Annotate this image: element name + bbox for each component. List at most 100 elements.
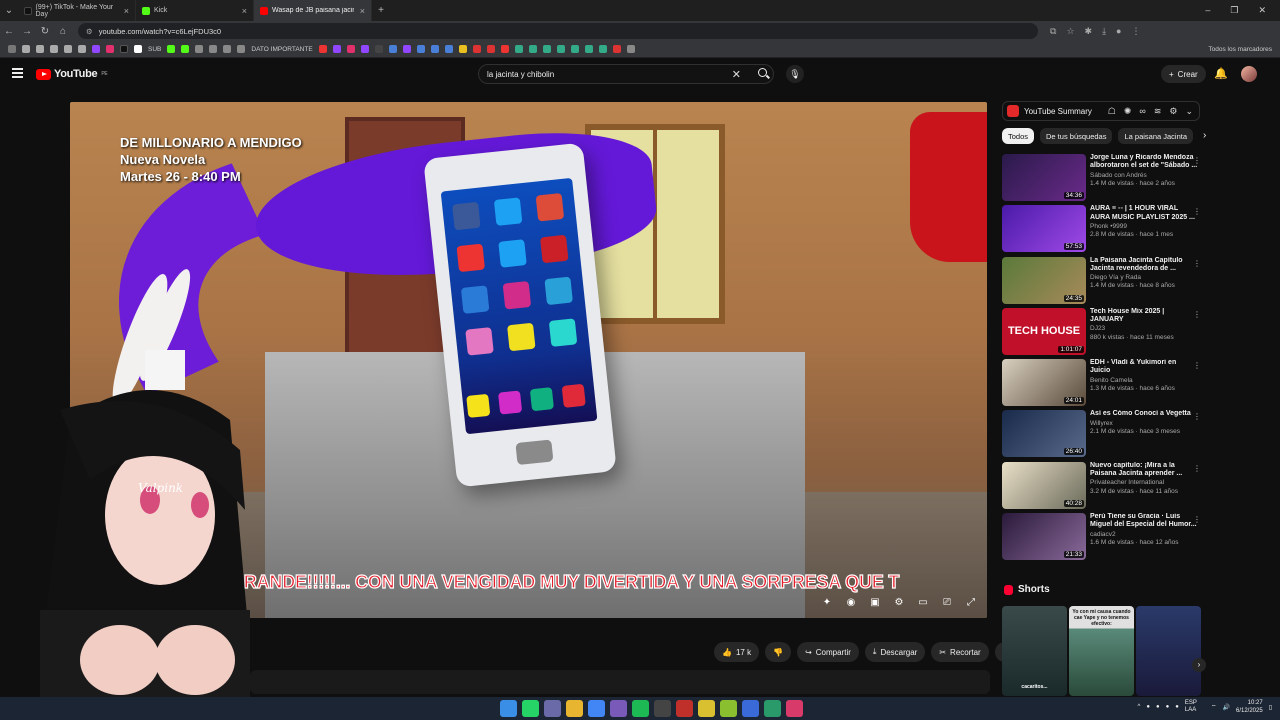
- cast-icon[interactable]: ⎚: [941, 598, 953, 608]
- app-icon[interactable]: [610, 700, 627, 717]
- glasses-icon[interactable]: ∞: [1139, 106, 1145, 117]
- dislike-button[interactable]: 👎: [765, 642, 792, 662]
- tiktok-icon[interactable]: [120, 45, 128, 53]
- settings-gear-icon[interactable]: ⚙: [893, 598, 905, 608]
- maximize-icon[interactable]: ❐: [1230, 5, 1238, 16]
- search-icon[interactable]: [758, 68, 767, 77]
- list-item[interactable]: 34:36 Jorge Luna y Ricardo Mendoza albor…: [1002, 154, 1207, 205]
- bookmark-icon[interactable]: [626, 45, 635, 53]
- create-button[interactable]: + Crear: [1161, 65, 1206, 83]
- reload-icon[interactable]: ↻: [36, 26, 54, 37]
- close-tab-icon[interactable]: ×: [360, 6, 365, 16]
- channel-name[interactable]: Benito Camela: [1090, 377, 1198, 385]
- tray-app-icon[interactable]: ●: [1166, 704, 1170, 710]
- clock[interactable]: 10:27 6/12/2025: [1236, 699, 1263, 715]
- video-title[interactable]: EDH - Vladi & Yukimori en Juicio: [1090, 359, 1198, 376]
- volume-icon[interactable]: 🔊: [1223, 704, 1230, 711]
- chip-paisana-jacinta[interactable]: La paisana Jacinta: [1118, 128, 1194, 144]
- home-icon[interactable]: ⌂: [54, 26, 72, 37]
- video-title[interactable]: Nuevo capítulo: ¡Mira a la Paisana Jacin…: [1090, 462, 1198, 479]
- short-card[interactable]: [1136, 606, 1201, 696]
- downloads-icon[interactable]: ⤓: [1102, 26, 1106, 37]
- app-icon[interactable]: [698, 700, 715, 717]
- autoplay-toggle[interactable]: ◉: [845, 598, 857, 608]
- browser-menu-icon[interactable]: ⋮: [1131, 26, 1140, 37]
- bookmark-icon[interactable]: [388, 45, 397, 53]
- video-thumbnail[interactable]: 21:33: [1002, 513, 1086, 561]
- miniplayer-icon[interactable]: ▭: [917, 598, 929, 608]
- chevron-right-icon[interactable]: ›: [1203, 128, 1206, 144]
- chip-all[interactable]: Todos: [1002, 128, 1035, 144]
- video-title[interactable]: La Paisana Jacinta Capítulo Jacinta reve…: [1090, 257, 1198, 274]
- video-thumbnail[interactable]: 24:01: [1002, 359, 1086, 407]
- windows-start-icon[interactable]: [500, 700, 517, 717]
- video-title[interactable]: Así es Cómo Conocí a Vegetta: [1090, 410, 1198, 418]
- more-options-icon[interactable]: ⋮: [1193, 310, 1201, 319]
- chip-from-searches[interactable]: De tus búsquedas: [1040, 128, 1113, 144]
- bookmark-icon[interactable]: [416, 45, 425, 53]
- bookmark-folder-icon[interactable]: [78, 45, 86, 53]
- app-icon[interactable]: [654, 700, 671, 717]
- forward-icon[interactable]: →: [18, 26, 36, 37]
- bookmark-icon[interactable]: [556, 45, 565, 53]
- bookmark-icon[interactable]: [374, 45, 383, 53]
- video-thumbnail[interactable]: TECH HOUSE 1:01:07: [1002, 307, 1086, 355]
- tray-expand-icon[interactable]: ^: [1138, 704, 1141, 710]
- bookmark-folder-icon[interactable]: [36, 45, 44, 53]
- bookmark-icon[interactable]: [458, 45, 467, 53]
- chevron-right-icon[interactable]: ›: [1192, 658, 1206, 672]
- list-item[interactable]: 24:01 EDH - Vladi & Yukimori en Juicio B…: [1002, 359, 1207, 410]
- video-description-box[interactable]: [250, 670, 990, 694]
- notifications-icon[interactable]: ▯: [1269, 704, 1272, 711]
- kick-icon[interactable]: [167, 45, 176, 53]
- bookmark-folder-icon[interactable]: [64, 45, 72, 53]
- language-indicator[interactable]: ESP LAA: [1185, 700, 1205, 714]
- tab-kick[interactable]: Kick ×: [136, 0, 254, 21]
- app-icon[interactable]: [676, 700, 693, 717]
- app-icon[interactable]: [720, 700, 737, 717]
- site-info-icon[interactable]: ⚙: [86, 27, 93, 36]
- video-title[interactable]: Perú Tiene su Gracia · Luis Miguel del E…: [1090, 513, 1198, 530]
- channel-name[interactable]: Sábado con Andrés: [1090, 172, 1198, 180]
- fullscreen-icon[interactable]: ⤢: [965, 598, 977, 608]
- avatar[interactable]: [1241, 66, 1257, 82]
- bookmark-icon[interactable]: [472, 45, 481, 53]
- bookmark-icon[interactable]: [542, 45, 551, 53]
- profile-icon[interactable]: ●: [1116, 26, 1121, 37]
- tray-app-icon[interactable]: ●: [1175, 704, 1179, 710]
- bookmark-icon[interactable]: [332, 45, 341, 53]
- video-thumbnail[interactable]: 57:53: [1002, 205, 1086, 253]
- robot-icon[interactable]: ☖: [1108, 106, 1116, 117]
- instagram-icon[interactable]: [106, 45, 114, 53]
- download-button[interactable]: ⤓ Descargar: [864, 642, 926, 662]
- channel-name[interactable]: cadiacv2: [1090, 531, 1198, 539]
- more-options-icon[interactable]: ⋮: [1193, 361, 1201, 370]
- hamburger-menu-icon[interactable]: [12, 68, 23, 78]
- extensions-icon[interactable]: ✱: [1085, 26, 1093, 37]
- chrome-icon[interactable]: [588, 700, 605, 717]
- close-tab-icon[interactable]: ×: [242, 6, 247, 16]
- url-field[interactable]: ⚙ youtube.com/watch?v=c6LejFDU3c0: [78, 23, 1038, 39]
- tab-tiktok[interactable]: (99+) TikTok - Make Your Day ×: [18, 0, 136, 21]
- chevron-down-icon[interactable]: ⌄: [1185, 106, 1193, 117]
- bookmark-icon[interactable]: [195, 45, 204, 53]
- bookmark-icon[interactable]: [360, 45, 369, 53]
- ai-sparkle-icon[interactable]: ✦: [821, 598, 833, 608]
- list-item[interactable]: 21:33 Perú Tiene su Gracia · Luis Miguel…: [1002, 513, 1207, 564]
- bookmark-folder-icon[interactable]: [50, 45, 58, 53]
- install-icon[interactable]: ⧉: [1050, 26, 1056, 37]
- video-title[interactable]: Tech House Mix 2025 | JANUARY: [1090, 308, 1198, 325]
- list-item[interactable]: TECH HOUSE 1:01:07 Tech House Mix 2025 |…: [1002, 307, 1207, 359]
- file-explorer-icon[interactable]: [566, 700, 583, 717]
- bookmark-icon[interactable]: [402, 45, 411, 53]
- video-title[interactable]: AURA ≡ ◦◦ | 1 HOUR VIRAL AURA MUSIC PLAY…: [1090, 205, 1198, 222]
- short-card[interactable]: cacaritos...: [1002, 606, 1067, 696]
- bookmark-icon[interactable]: [223, 45, 232, 53]
- close-window-icon[interactable]: ✕: [1258, 5, 1266, 16]
- tray-app-icon[interactable]: ●: [1156, 704, 1160, 710]
- openai-icon[interactable]: ✺: [1124, 106, 1132, 117]
- channel-name[interactable]: DJ23: [1090, 325, 1198, 333]
- video-thumbnail[interactable]: 34:36: [1002, 154, 1086, 201]
- all-bookmarks-folder[interactable]: Todos los marcadores: [1208, 46, 1280, 53]
- bookmark-icon[interactable]: [570, 45, 579, 53]
